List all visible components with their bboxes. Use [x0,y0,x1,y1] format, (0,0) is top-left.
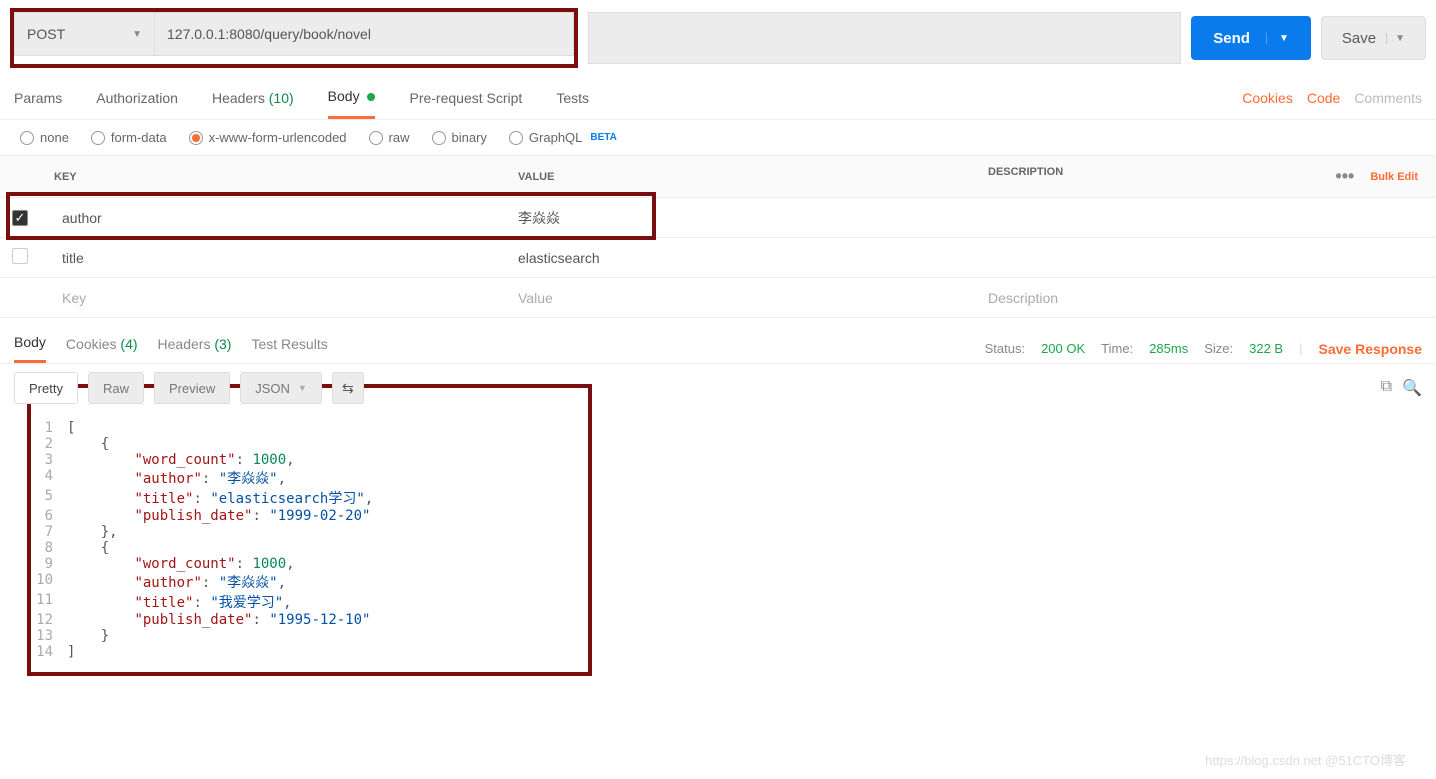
raw-button[interactable]: Raw [88,372,144,404]
key-input[interactable] [54,238,510,277]
save-button[interactable]: Save ▼ [1321,16,1426,60]
method-url-highlight: POST ▼ [10,8,578,68]
body-graphql-radio[interactable]: GraphQLBETA [509,130,617,145]
key-input[interactable] [54,198,510,237]
lang-select[interactable]: JSON▼ [240,372,322,404]
time-value: 285ms [1149,341,1188,356]
tab-params[interactable]: Params [14,78,62,118]
table-row-placeholder [0,278,1436,318]
preview-button[interactable]: Preview [154,372,230,404]
url-input-extra[interactable] [588,12,1181,64]
tab-headers[interactable]: Headers (10) [212,78,294,118]
watermark: https://blog.csdn.net @51CTO博客 [1205,750,1406,769]
request-tabs: Params Authorization Headers (10) Body P… [0,76,1436,120]
send-button[interactable]: Send ▼ [1191,16,1311,60]
code-link[interactable]: Code [1307,90,1340,106]
comments-link[interactable]: Comments [1354,90,1422,106]
response-body-highlight: 1[2 {3 "word_count": 1000,4 "author": "李… [27,384,592,676]
response-body-json[interactable]: 1[2 {3 "word_count": 1000,4 "author": "李… [31,416,588,672]
tab-body[interactable]: Body [328,76,376,119]
tab-prerequest[interactable]: Pre-request Script [409,78,522,118]
value-input[interactable] [510,198,980,237]
chevron-down-icon[interactable]: ▼ [1266,33,1289,44]
desc-input[interactable] [980,198,1436,237]
bulk-edit-link[interactable]: Bulk Edit [1370,171,1418,183]
chevron-down-icon[interactable]: ▼ [1386,33,1405,44]
body-raw-radio[interactable]: raw [369,130,410,145]
pretty-button[interactable]: Pretty [14,372,78,404]
resp-tab-body[interactable]: Body [14,334,46,363]
desc-input[interactable] [980,278,1436,317]
value-input[interactable] [510,238,980,277]
tab-tests[interactable]: Tests [556,78,589,118]
value-input[interactable] [510,278,980,317]
row-checkbox[interactable]: ✓ [12,210,28,226]
kv-head-key: KEY [40,156,510,198]
tab-authorization[interactable]: Authorization [96,78,178,118]
body-type-row: none form-data x-www-form-urlencoded raw… [0,120,1436,156]
size-value: 322 B [1249,341,1283,356]
table-row [0,238,1436,278]
search-icon[interactable]: 🔍 [1402,378,1422,398]
table-row: ✓ [0,198,1436,238]
caret-down-icon: ▼ [132,29,142,40]
url-input[interactable] [154,12,574,56]
row-checkbox[interactable] [12,248,28,264]
desc-input[interactable] [980,238,1436,277]
http-method-select[interactable]: POST ▼ [14,12,154,56]
http-method-value: POST [27,26,65,42]
kv-head-desc: DESCRIPTION ••• Bulk Edit [980,156,1436,198]
body-dirty-dot-icon [367,93,375,101]
body-formdata-radio[interactable]: form-data [91,130,167,145]
wrap-toggle-icon[interactable]: ⇆ [332,372,364,404]
status-value: 200 OK [1041,341,1085,356]
body-kv-table: KEY VALUE DESCRIPTION ••• Bulk Edit ✓ [0,156,1436,318]
copy-icon[interactable]: ⧉ [1381,378,1392,398]
body-none-radio[interactable]: none [20,130,69,145]
kv-head-value: VALUE [510,156,980,198]
resp-tab-headers[interactable]: Headers (3) [158,336,232,362]
body-xwww-radio[interactable]: x-www-form-urlencoded [189,130,347,145]
resp-tab-cookies[interactable]: Cookies (4) [66,336,138,362]
more-icon[interactable]: ••• [1335,166,1354,187]
resp-tab-tests[interactable]: Test Results [251,336,327,362]
body-binary-radio[interactable]: binary [432,130,487,145]
save-response-link[interactable]: Save Response [1319,341,1423,357]
cookies-link[interactable]: Cookies [1242,90,1293,106]
response-tabs: Body Cookies (4) Headers (3) Test Result… [0,318,1436,363]
key-input[interactable] [54,278,510,317]
